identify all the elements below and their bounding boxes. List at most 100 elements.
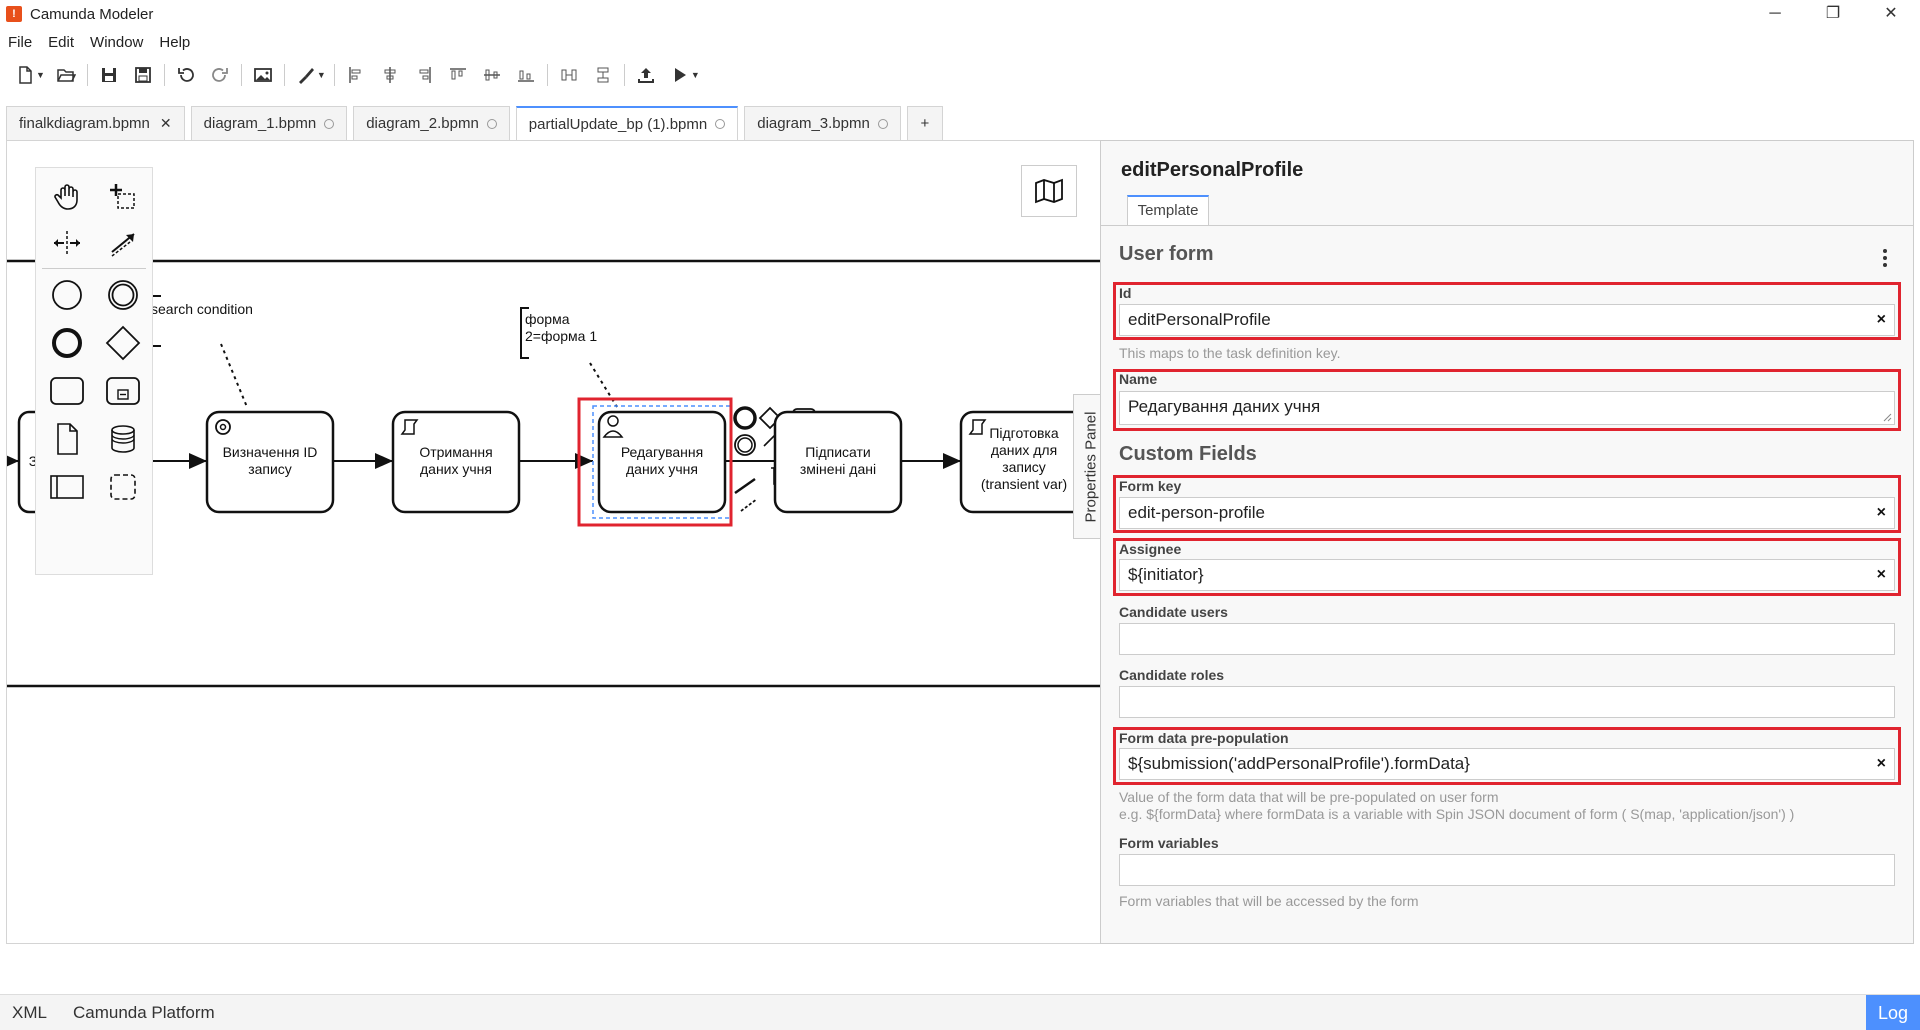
diagram-canvas[interactable]: З search condition форма 2=форма 1 Визна… xyxy=(6,140,1100,944)
map-icon xyxy=(1035,178,1063,204)
align-center-button[interactable] xyxy=(373,60,407,90)
align-bottom-icon xyxy=(517,70,534,82)
lasso-tool-icon[interactable] xyxy=(98,172,148,222)
more-options-icon[interactable] xyxy=(1875,245,1895,271)
task-sign-data-label-2: змінені дані xyxy=(799,461,877,477)
redo-button[interactable] xyxy=(203,60,237,90)
open-file-button[interactable] xyxy=(49,60,83,90)
unsaved-dot-icon[interactable] xyxy=(715,119,726,129)
align-right-button[interactable] xyxy=(407,60,441,90)
pool-icon[interactable] xyxy=(42,462,92,512)
tab-label: diagram_3.bpmn xyxy=(757,115,870,132)
new-file-icon xyxy=(19,66,32,84)
prepopulation-highlight xyxy=(1113,727,1901,785)
tab-template[interactable]: Template xyxy=(1127,195,1209,225)
candidate-users-input[interactable] xyxy=(1119,623,1895,655)
align-center-icon xyxy=(384,67,396,83)
file-tabs: finalkdiagram.bpmn ✕ diagram_1.bpmn diag… xyxy=(6,106,949,140)
align-bottom-button[interactable] xyxy=(509,60,543,90)
chevron-down-icon[interactable]: ▼ xyxy=(36,70,45,80)
save-as-button[interactable] xyxy=(126,60,160,90)
candidate-roles-input[interactable] xyxy=(1119,686,1895,718)
image-icon xyxy=(254,68,272,82)
tab-partial-update[interactable]: partialUpdate_bp (1).bpmn xyxy=(515,106,739,140)
tab-diagram-1[interactable]: diagram_1.bpmn xyxy=(190,106,348,140)
chevron-down-icon[interactable]: ▼ xyxy=(691,70,700,80)
tab-finalkdiagram[interactable]: finalkdiagram.bpmn ✕ xyxy=(6,106,185,140)
tab-label: diagram_1.bpmn xyxy=(203,115,317,132)
align-middle-button[interactable] xyxy=(475,60,509,90)
intermediate-event-icon[interactable] xyxy=(98,270,148,320)
maximize-button[interactable]: ❐ xyxy=(1804,0,1862,28)
menu-bar: File Edit Window Help xyxy=(0,30,198,54)
annotation-form-line1: форма xyxy=(525,311,570,327)
section-user-form: User form xyxy=(1119,243,1214,265)
subprocess-icon[interactable] xyxy=(98,366,148,416)
end-event-icon[interactable] xyxy=(42,318,92,368)
distribute-vertical-button[interactable] xyxy=(586,60,620,90)
minimap-toggle-button[interactable] xyxy=(1021,165,1077,217)
task-edit-data-label-1: Редагування xyxy=(620,444,704,460)
unsaved-dot-icon[interactable] xyxy=(324,118,335,129)
task-define-id-label-1: Визначення ID xyxy=(222,444,318,460)
form-variables-hint: Form variables that will be accessed by … xyxy=(1119,893,1419,909)
chevron-down-icon[interactable]: ▼ xyxy=(317,70,326,80)
app-title: Camunda Modeler xyxy=(30,5,154,23)
tab-diagram-3[interactable]: diagram_3.bpmn xyxy=(744,106,901,140)
assignee-highlight xyxy=(1113,538,1901,596)
connect-tool-icon[interactable] xyxy=(98,218,148,268)
task-get-data-label-2: даних учня xyxy=(419,461,492,477)
tool-palette xyxy=(35,167,153,575)
close-window-button[interactable]: ✕ xyxy=(1862,0,1920,28)
hand-tool-icon[interactable] xyxy=(42,172,92,222)
tab-label: diagram_2.bpmn xyxy=(366,115,479,132)
element-title: editPersonalProfile xyxy=(1121,159,1304,181)
candidate-roles-label: Candidate roles xyxy=(1119,667,1225,683)
save-icon xyxy=(101,68,116,82)
task-prepare-data-label-2: даних для xyxy=(990,442,1058,458)
undo-button[interactable] xyxy=(169,60,203,90)
space-tool-icon[interactable] xyxy=(42,218,92,268)
unsaved-dot-icon[interactable] xyxy=(877,118,888,129)
log-button[interactable]: Log xyxy=(1866,995,1920,1030)
xml-view-button[interactable]: XML xyxy=(12,1003,47,1023)
gateway-icon[interactable] xyxy=(98,318,148,368)
close-icon[interactable]: ✕ xyxy=(160,115,172,132)
new-tab-button[interactable]: + xyxy=(906,106,943,140)
distribute-horizontal-button[interactable] xyxy=(552,60,586,90)
align-middle-icon xyxy=(483,69,500,81)
undo-icon xyxy=(178,68,194,82)
save-button[interactable] xyxy=(92,60,126,90)
task-prepare-data-label-1: Підготовка xyxy=(989,425,1059,441)
start-event-icon[interactable] xyxy=(42,270,92,320)
tab-diagram-2[interactable]: diagram_2.bpmn xyxy=(353,106,510,140)
minimize-button[interactable]: ─ xyxy=(1746,0,1804,28)
association-line xyxy=(220,343,248,408)
data-store-icon[interactable] xyxy=(98,414,148,464)
data-object-icon[interactable] xyxy=(42,414,92,464)
app-logo-icon: ! xyxy=(6,6,22,22)
menu-window[interactable]: Window xyxy=(82,34,151,51)
deploy-button[interactable] xyxy=(629,60,663,90)
align-left-button[interactable] xyxy=(339,60,373,90)
tab-label: finalkdiagram.bpmn xyxy=(19,115,150,132)
properties-panel-toggle[interactable]: Properties Panel xyxy=(1073,394,1100,539)
prepopulation-hint-1: Value of the form data that will be pre-… xyxy=(1119,789,1499,805)
name-highlight xyxy=(1113,369,1901,431)
unsaved-dot-icon[interactable] xyxy=(486,118,497,129)
annotation-form-line2: 2=форма 1 xyxy=(525,328,598,344)
redo-icon xyxy=(212,68,228,82)
export-image-button[interactable] xyxy=(246,60,280,90)
platform-indicator[interactable]: Camunda Platform xyxy=(73,1003,215,1023)
task-edit-data-label-2: даних учня xyxy=(625,461,698,477)
menu-edit[interactable]: Edit xyxy=(40,34,82,51)
menu-help[interactable]: Help xyxy=(151,34,198,51)
group-icon[interactable] xyxy=(98,462,148,512)
menu-file[interactable]: File xyxy=(0,34,40,51)
id-hint: This maps to the task definition key. xyxy=(1119,345,1341,361)
status-bar: XML Camunda Platform Log xyxy=(0,994,1920,1030)
align-top-button[interactable] xyxy=(441,60,475,90)
task-icon[interactable] xyxy=(42,366,92,416)
form-variables-input[interactable] xyxy=(1119,854,1895,886)
annotation-search-condition: search condition xyxy=(151,301,253,317)
